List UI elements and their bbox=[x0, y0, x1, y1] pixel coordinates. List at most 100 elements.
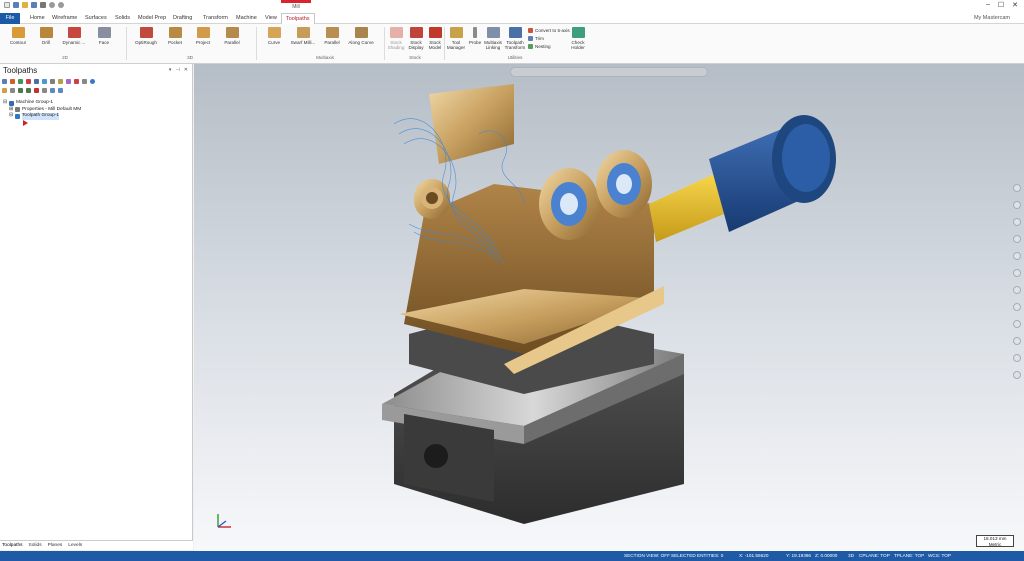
save-icon[interactable] bbox=[13, 2, 19, 8]
expand-icon[interactable]: ⊟ bbox=[3, 100, 7, 107]
toolpath-transform-button[interactable]: Toolpath Transform bbox=[503, 27, 527, 50]
stock-model-button[interactable]: Stock Model bbox=[424, 27, 446, 50]
select-failed-icon[interactable] bbox=[10, 79, 15, 84]
multiaxis-linking-button[interactable]: Multiaxis Linking bbox=[481, 27, 505, 50]
tab-model-prep[interactable]: Model Prep bbox=[134, 13, 170, 24]
verify-icon[interactable] bbox=[42, 79, 47, 84]
check-holder-button[interactable]: Check Holder bbox=[566, 27, 590, 50]
section-view-icon[interactable] bbox=[1013, 371, 1021, 379]
panel-menu-icon[interactable]: ▾ bbox=[169, 67, 172, 73]
tab-transform[interactable]: Transform bbox=[199, 13, 232, 24]
selected-entities-status: SELECTED ENTITIES: 0 bbox=[671, 553, 724, 558]
tab-view[interactable]: View bbox=[261, 13, 281, 24]
shaded-icon[interactable] bbox=[1013, 320, 1021, 328]
open-icon[interactable] bbox=[22, 2, 28, 8]
move-down-icon[interactable] bbox=[18, 88, 23, 93]
user-account[interactable]: My Mastercam bbox=[974, 15, 1010, 21]
panel-close-icon[interactable]: ✕ bbox=[184, 67, 188, 73]
print-icon[interactable] bbox=[40, 2, 46, 8]
scroll-icon[interactable] bbox=[42, 88, 47, 93]
delete-icon[interactable] bbox=[74, 79, 79, 84]
context-tab-label: Mill bbox=[292, 4, 300, 10]
along-curve-icon bbox=[354, 27, 368, 38]
front-view-icon[interactable] bbox=[1013, 286, 1021, 294]
tab-toolpaths[interactable]: Toolpaths bbox=[281, 13, 315, 24]
drill-button[interactable]: Drill bbox=[31, 27, 61, 45]
panel-title: Toolpaths bbox=[3, 66, 38, 75]
tab-solids-manager[interactable]: Solids bbox=[29, 541, 42, 550]
tab-home[interactable]: Home bbox=[26, 13, 49, 24]
expand-icon[interactable]: ⊟ bbox=[9, 113, 13, 120]
quick-access-toolbar bbox=[4, 2, 64, 8]
backplot-icon[interactable] bbox=[34, 79, 39, 84]
scale-indicator: 18.013 mm Metric bbox=[976, 535, 1014, 547]
help-icon[interactable] bbox=[90, 79, 95, 84]
maximize-icon[interactable]: ☐ bbox=[998, 1, 1004, 9]
display-icon[interactable] bbox=[58, 88, 63, 93]
section-view-status[interactable]: SECTION VIEW: OFF bbox=[624, 551, 670, 561]
highfeed-icon[interactable] bbox=[66, 79, 71, 84]
undo-icon[interactable] bbox=[49, 2, 55, 8]
face-button[interactable]: Face bbox=[89, 27, 119, 45]
tab-planes-manager[interactable]: Planes bbox=[48, 541, 63, 550]
iso-view-icon[interactable] bbox=[1013, 303, 1021, 311]
curve-button[interactable]: Curve bbox=[259, 27, 289, 45]
regenerate-icon[interactable] bbox=[18, 79, 23, 84]
tplane-status[interactable]: TPLANE: TOP bbox=[894, 551, 924, 561]
single-display-icon[interactable] bbox=[50, 88, 55, 93]
tab-file[interactable]: File bbox=[0, 13, 20, 24]
tab-levels-manager[interactable]: Levels bbox=[68, 541, 82, 550]
trim-icon bbox=[528, 36, 533, 41]
convert-5axis-button[interactable]: Convert to 5-axis bbox=[528, 28, 570, 33]
new-file-icon[interactable] bbox=[4, 2, 10, 8]
zoom-fit-icon[interactable] bbox=[1013, 184, 1021, 192]
close-icon[interactable]: ✕ bbox=[1012, 1, 1018, 9]
move-up-icon[interactable] bbox=[26, 88, 31, 93]
pin-icon[interactable]: ⊣ bbox=[175, 67, 179, 73]
zoom-window-icon[interactable] bbox=[1013, 201, 1021, 209]
pocket-button[interactable]: Pocket bbox=[160, 27, 190, 45]
tab-solids[interactable]: Solids bbox=[111, 13, 134, 24]
optirough-button[interactable]: OptiRough bbox=[131, 27, 161, 45]
wcs-status[interactable]: WCS: TOP bbox=[928, 551, 951, 561]
select-all-icon[interactable] bbox=[2, 79, 7, 84]
stock-shading-button[interactable]: Stock Shading bbox=[385, 27, 407, 50]
parallel-multiaxis-button[interactable]: Parallel bbox=[317, 27, 347, 45]
unzoom-icon[interactable] bbox=[1013, 218, 1021, 226]
simulate-icon[interactable] bbox=[50, 79, 55, 84]
swarf-milling-button[interactable]: Swarf Milli... bbox=[288, 27, 318, 45]
save-as-icon[interactable] bbox=[31, 2, 37, 8]
post-icon[interactable] bbox=[58, 79, 63, 84]
stock-display-icon bbox=[409, 27, 423, 38]
tab-machine[interactable]: Machine bbox=[232, 13, 261, 24]
parallel-3d-button[interactable]: Parallel bbox=[217, 27, 247, 45]
redo-icon[interactable] bbox=[58, 2, 64, 8]
toggle-posting-icon[interactable] bbox=[10, 88, 15, 93]
along-curve-button[interactable]: Along Curve bbox=[346, 27, 376, 45]
nesting-button[interactable]: Nesting bbox=[528, 44, 551, 49]
trim-button[interactable]: Trim bbox=[528, 36, 544, 41]
rotate-icon[interactable] bbox=[1013, 235, 1021, 243]
dimension-mode[interactable]: 3D bbox=[848, 551, 854, 561]
group-label-2d: 2D bbox=[62, 55, 68, 60]
hidden-line-icon[interactable] bbox=[1013, 354, 1021, 362]
insert-arrow-icon[interactable] bbox=[34, 88, 39, 93]
cplane-status[interactable]: CPLANE: TOP bbox=[859, 551, 890, 561]
toggle-display-icon[interactable] bbox=[2, 88, 7, 93]
lock-icon[interactable] bbox=[82, 79, 87, 84]
regenerate-dirty-icon[interactable] bbox=[26, 79, 31, 84]
wireframe-icon[interactable] bbox=[1013, 337, 1021, 345]
tab-wireframe[interactable]: Wireframe bbox=[48, 13, 81, 24]
dynamic-button[interactable]: Dynamic ... bbox=[59, 27, 89, 45]
top-view-icon[interactable] bbox=[1013, 269, 1021, 277]
minimize-icon[interactable]: – bbox=[986, 1, 990, 9]
pan-icon[interactable] bbox=[1013, 252, 1021, 260]
graphics-viewport[interactable]: 18.013 mm Metric bbox=[194, 64, 1024, 551]
tab-toolpaths-manager[interactable]: Toolpaths bbox=[2, 541, 23, 550]
insert-arrow[interactable] bbox=[3, 119, 81, 126]
tab-surfaces[interactable]: Surfaces bbox=[81, 13, 111, 24]
project-button[interactable]: Project bbox=[188, 27, 218, 45]
tab-drafting[interactable]: Drafting bbox=[169, 13, 196, 24]
contour-button[interactable]: Contour bbox=[3, 27, 33, 45]
tool-manager-icon bbox=[449, 27, 463, 38]
